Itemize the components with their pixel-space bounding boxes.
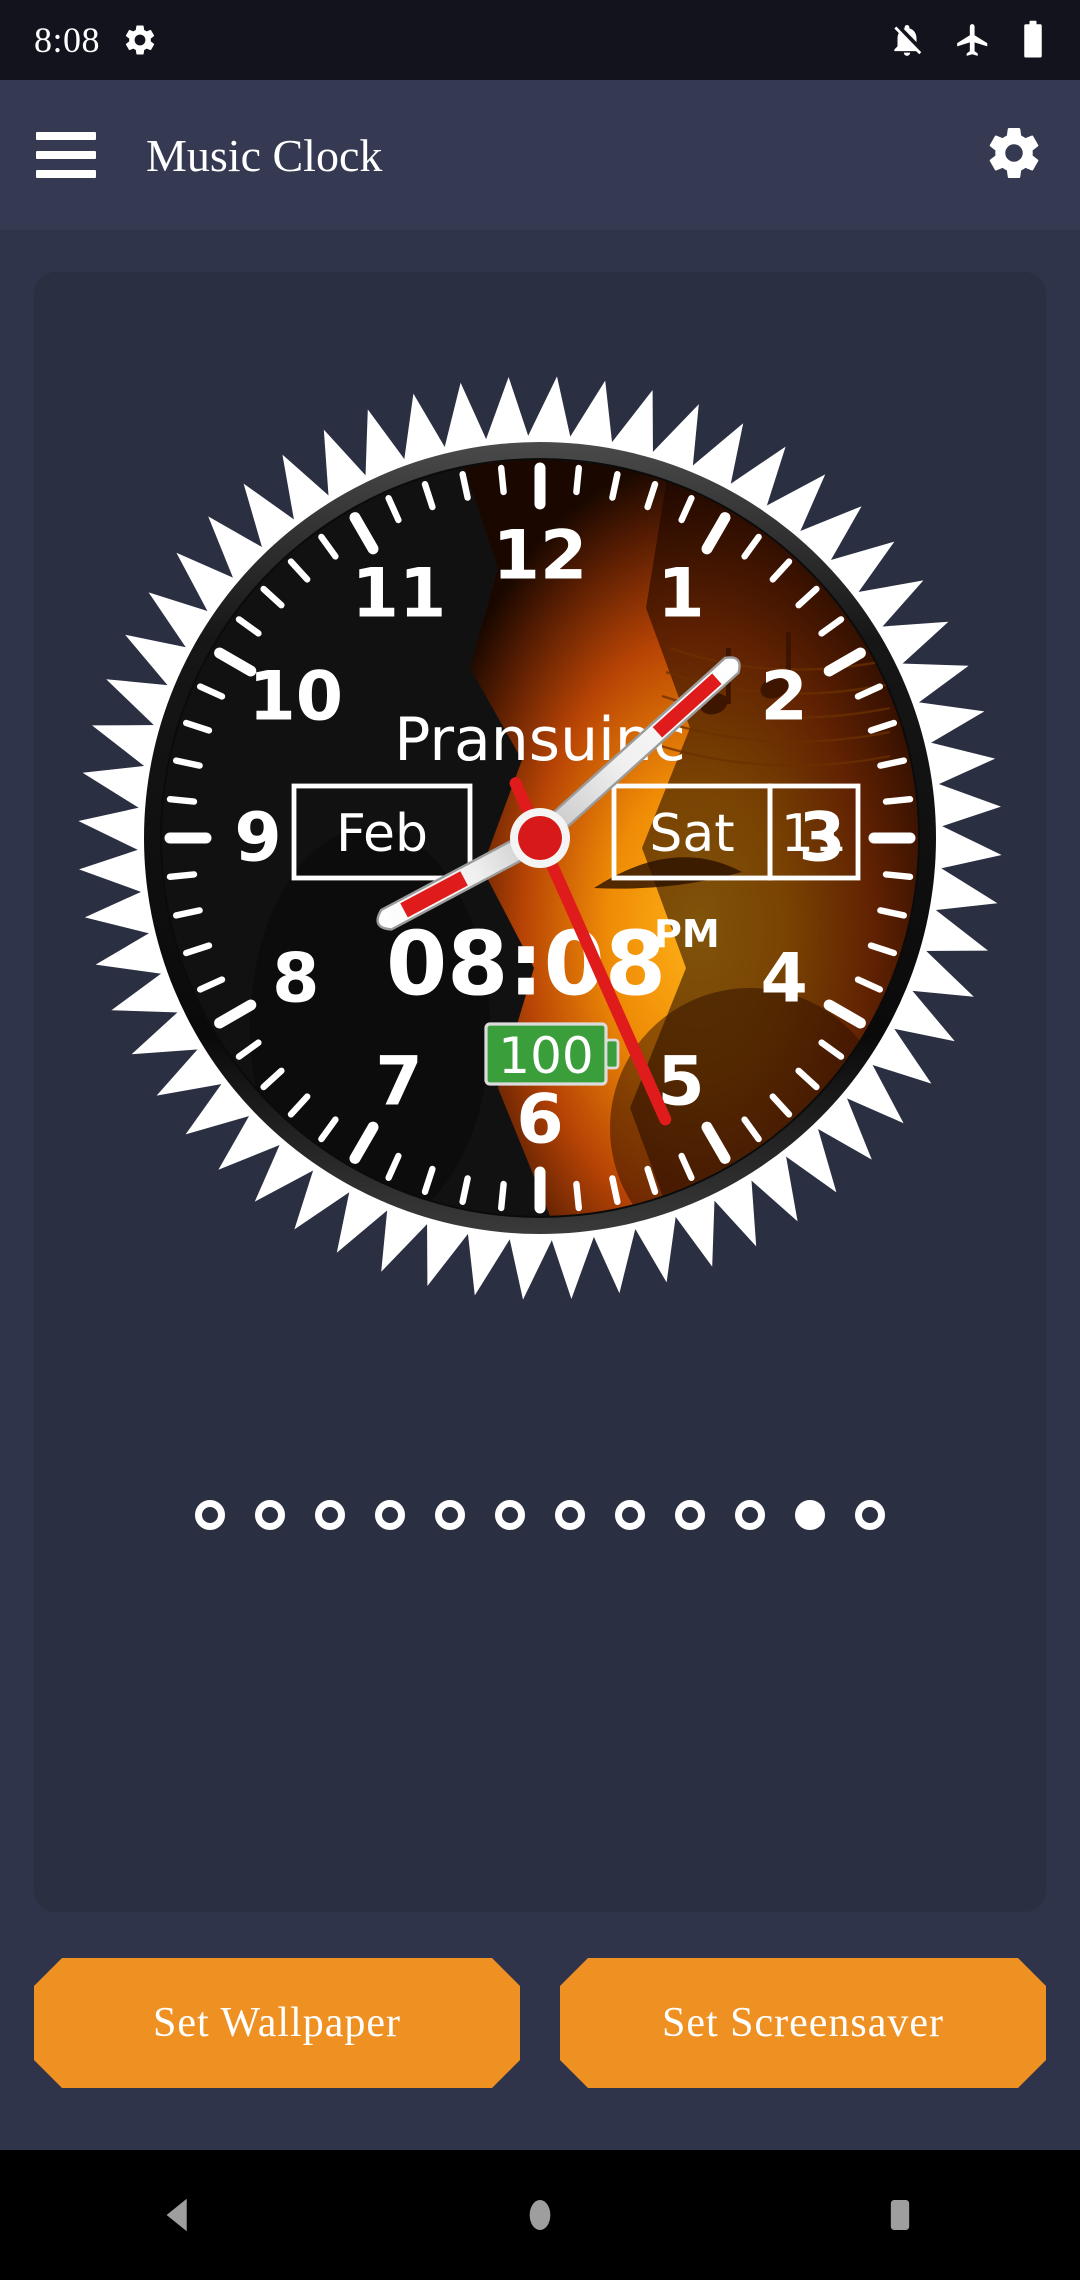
hour-numeral-9: 9 [234, 799, 281, 878]
clock-hub [518, 816, 562, 860]
weekday-label: Sat [649, 804, 734, 864]
page-title: Music Clock [146, 129, 383, 181]
digital-time-label: 08:08 [386, 913, 666, 1016]
hour-numeral-11: 11 [352, 554, 447, 633]
settings-gear-icon [125, 25, 155, 55]
gear-icon[interactable] [984, 123, 1044, 188]
recents-nav-button[interactable] [820, 2150, 980, 2280]
page-dot-5[interactable] [435, 1500, 465, 1530]
battery-badge: 100 [484, 1022, 620, 1086]
app-screen: 8:08 Music Clock 1 2 3 4 5 6 7 8 9 10 11… [0, 0, 1080, 2280]
page-dot-3[interactable] [315, 1500, 345, 1530]
set-wallpaper-button[interactable]: Set Wallpaper [34, 1958, 520, 2088]
battery-percent-label: 100 [498, 1027, 593, 1085]
hour-numeral-12: 12 [493, 517, 588, 596]
hour-numeral-8: 8 [272, 940, 319, 1019]
page-dot-12[interactable] [855, 1500, 885, 1530]
status-bar: 8:08 [0, 0, 1080, 80]
notifications-off-icon [894, 24, 922, 56]
status-bar-right [888, 19, 1046, 61]
page-dot-10[interactable] [735, 1500, 765, 1530]
battery-full-icon [1024, 20, 1042, 58]
day-label: 11 [781, 804, 847, 864]
android-nav-bar [0, 2150, 1080, 2280]
analog-clock[interactable]: 1 2 3 4 5 6 7 8 9 10 11 12 Pransuinc Feb Sat 11 08:… [70, 368, 1010, 1308]
page-indicator [0, 1500, 1080, 1530]
hour-numeral-2: 2 [761, 658, 808, 737]
hamburger-menu-icon[interactable] [36, 132, 96, 178]
page-dot-2[interactable] [255, 1500, 285, 1530]
page-dot-1[interactable] [195, 1500, 225, 1530]
meridiem-label: PM [654, 912, 720, 956]
page-dot-6[interactable] [495, 1500, 525, 1530]
month-label: Feb [336, 804, 428, 864]
clock-face-svg: 1234567891011 12 Pransuinc Feb Sat 11 08:… [78, 376, 1002, 1300]
hour-numeral-4: 4 [761, 940, 808, 1019]
page-dot-11[interactable] [795, 1500, 825, 1530]
action-button-row: Set Wallpaper Set Screensaver [34, 1958, 1046, 2088]
hour-numeral-7: 7 [375, 1043, 422, 1122]
page-dot-8[interactable] [615, 1500, 645, 1530]
airplane-mode-icon [957, 24, 988, 56]
set-screensaver-button[interactable]: Set Screensaver [560, 1958, 1046, 2088]
hour-numeral-10: 10 [248, 658, 343, 737]
page-dot-4[interactable] [375, 1500, 405, 1530]
hour-numeral-6: 6 [516, 1081, 563, 1160]
hour-numeral-1: 1 [657, 554, 704, 633]
status-bar-left: 8:08 [34, 19, 158, 61]
page-dot-7[interactable] [555, 1500, 585, 1530]
back-nav-button[interactable] [100, 2150, 260, 2280]
status-bar-clock: 8:08 [34, 20, 101, 60]
home-nav-button[interactable] [460, 2150, 620, 2280]
app-bar: Music Clock [0, 80, 1080, 230]
page-dot-9[interactable] [675, 1500, 705, 1530]
